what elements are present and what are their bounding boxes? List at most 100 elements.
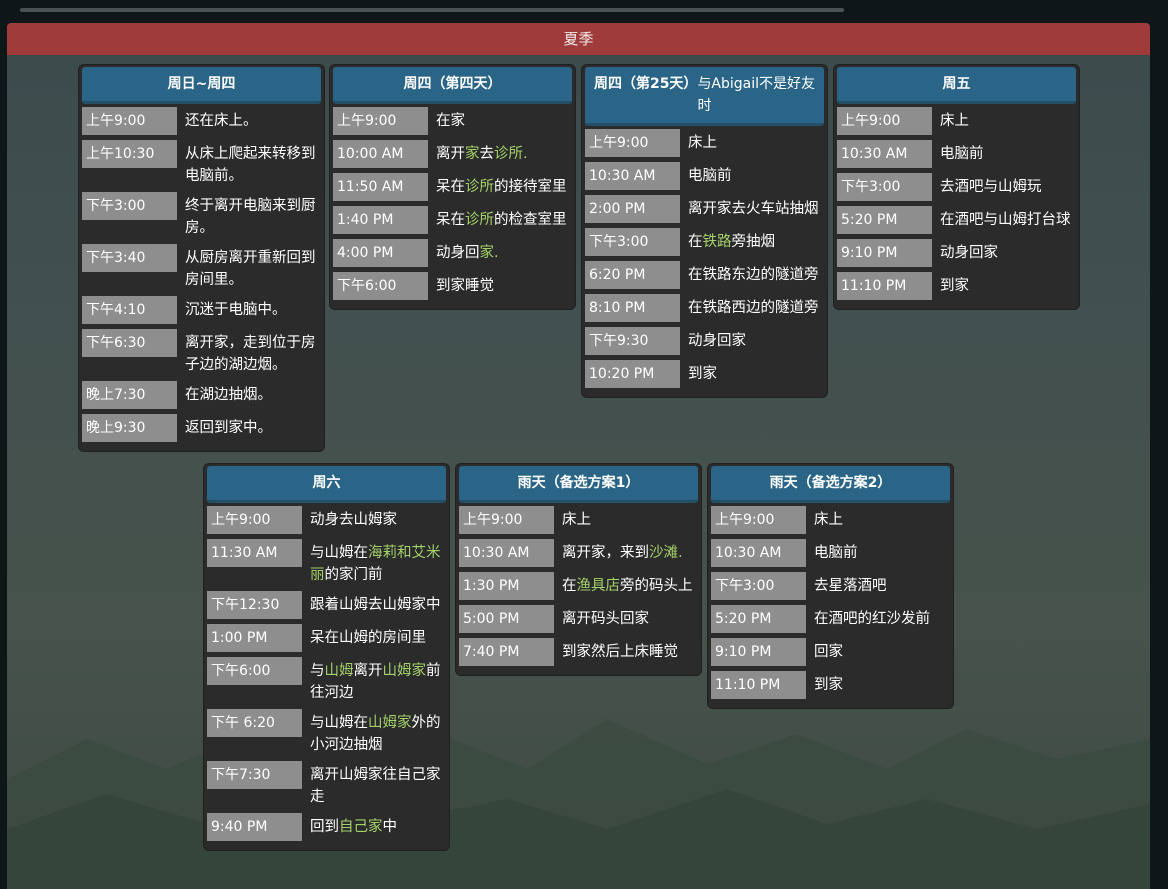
activity-description: 在酒吧的红沙发前 <box>814 605 950 630</box>
card-title-text: 雨天（备选方案2） <box>769 475 892 491</box>
activity-description: 在家 <box>436 107 572 132</box>
description-text: 从厨房离开重新回到房间里。 <box>185 250 316 288</box>
location-link[interactable]: 诊所 <box>465 179 494 195</box>
description-text: 到家 <box>688 366 717 382</box>
time-chip: 2:00 PM <box>585 195 680 223</box>
activity-description: 离开家去火车站抽烟 <box>688 195 824 220</box>
card-title-text: 周日~周四 <box>167 76 236 92</box>
schedule-row: 8:10 PM 在铁路西边的隧道旁 <box>585 294 824 322</box>
description-text: 床上 <box>688 135 717 151</box>
description-text: 与 <box>310 663 325 679</box>
time-chip: 4:00 PM <box>333 239 428 267</box>
location-link[interactable]: 渔具店 <box>577 578 621 594</box>
schedule-row: 晚上9:30 返回到家中。 <box>82 414 321 442</box>
description-text: 电脑前 <box>814 545 858 561</box>
time-chip: 9:10 PM <box>711 638 806 666</box>
card-title: 雨天（备选方案2） <box>711 466 950 503</box>
activity-description: 在铁路西边的隧道旁 <box>688 294 824 319</box>
time-chip: 下午3:00 <box>82 192 177 220</box>
card-title-text: 周六 <box>312 475 341 491</box>
activity-description: 在铁路东边的隧道旁 <box>688 261 824 286</box>
card-title-text: 周四（第四天） <box>403 76 502 92</box>
schedule-row: 11:10 PM 到家 <box>837 272 1076 300</box>
description-text: 回到 <box>310 819 339 835</box>
activity-description: 与山姆在海莉和艾米丽的家门前 <box>310 539 446 586</box>
description-text: 的家门前 <box>324 567 383 583</box>
time-chip: 下午3:00 <box>711 572 806 600</box>
description-text: 的接待室里 <box>494 179 567 195</box>
schedule-row: 11:10 PM 到家 <box>711 671 950 699</box>
schedule-row: 下午 6:20 与山姆在山姆家外的小河边抽烟 <box>207 709 446 756</box>
schedule-row: 下午6:00 与山姆离开山姆家前往河边 <box>207 657 446 704</box>
schedule-row: 11:30 AM 与山姆在海莉和艾米丽的家门前 <box>207 539 446 586</box>
season-header: 夏季 <box>7 23 1150 55</box>
description-text: 在 <box>562 578 577 594</box>
time-chip: 下午3:00 <box>585 228 680 256</box>
description-text: 旁的码头上 <box>620 578 693 594</box>
schedule-row: 晚上7:30 在湖边抽烟。 <box>82 381 321 409</box>
schedule-row: 下午7:30 离开山姆家往自己家走 <box>207 761 446 808</box>
location-link[interactable]: 诊所. <box>494 146 528 162</box>
activity-description: 回到自己家中 <box>310 813 446 838</box>
card-title: 雨天（备选方案1） <box>459 466 698 503</box>
description-text: 床上 <box>562 512 591 528</box>
description-text: 离开家去火车站抽烟 <box>688 201 819 217</box>
schedule-card-rain-1: 雨天（备选方案1） 上午9:00 床上 10:30 AM 离开家，来到沙滩. 1:30 P… <box>456 464 701 675</box>
time-chip: 下午12:30 <box>207 591 302 619</box>
location-link[interactable]: 家 <box>465 146 480 162</box>
description-text: 到家睡觉 <box>436 278 494 294</box>
description-text: 呆在 <box>436 212 465 228</box>
activity-description: 离开家去诊所. <box>436 140 572 165</box>
location-link[interactable]: 诊所 <box>465 212 494 228</box>
schedule-row: 下午9:30 动身回家 <box>585 327 824 355</box>
activity-description: 回家 <box>814 638 950 663</box>
time-chip: 上午9:00 <box>207 506 302 534</box>
activity-description: 在湖边抽烟。 <box>185 381 321 406</box>
time-chip: 5:20 PM <box>711 605 806 633</box>
description-text: 到家 <box>814 677 843 693</box>
location-link[interactable]: 自己家 <box>339 819 383 835</box>
activity-description: 床上 <box>814 506 950 531</box>
activity-description: 呆在山姆的房间里 <box>310 624 446 649</box>
activity-description: 返回到家中。 <box>185 414 321 439</box>
activity-description: 呆在诊所的接待室里 <box>436 173 572 198</box>
description-text: 离开山姆家往自己家走 <box>310 767 441 805</box>
location-link[interactable]: 山姆家 <box>383 663 427 679</box>
schedule-row: 下午3:00 去星落酒吧 <box>711 572 950 600</box>
time-chip: 1:40 PM <box>333 206 428 234</box>
location-link[interactable]: 家. <box>480 245 499 261</box>
description-text: 在湖边抽烟。 <box>185 387 272 403</box>
time-chip: 8:10 PM <box>585 294 680 322</box>
schedule-row: 上午9:00 动身去山姆家 <box>207 506 446 534</box>
schedule-row: 5:20 PM 在酒吧与山姆打台球 <box>837 206 1076 234</box>
location-link[interactable]: 铁路 <box>703 234 732 250</box>
time-chip: 上午9:00 <box>837 107 932 135</box>
location-link[interactable]: 山姆 <box>325 663 354 679</box>
time-chip: 11:10 PM <box>711 671 806 699</box>
schedule-row: 9:10 PM 动身回家 <box>837 239 1076 267</box>
description-text: 动身回 <box>436 245 480 261</box>
time-chip: 10:30 AM <box>711 539 806 567</box>
description-text: 电脑前 <box>688 168 732 184</box>
location-link[interactable]: 山姆家 <box>368 715 412 731</box>
location-link[interactable]: 沙滩. <box>649 545 683 561</box>
time-chip: 11:10 PM <box>837 272 932 300</box>
activity-description: 与山姆在山姆家外的小河边抽烟 <box>310 709 446 756</box>
schedule-row: 下午3:00 在铁路旁抽烟 <box>585 228 824 256</box>
description-text: 的检查室里 <box>494 212 567 228</box>
activity-description: 跟着山姆去山姆家中 <box>310 591 446 616</box>
schedule-row: 下午3:00 去酒吧与山姆玩 <box>837 173 1076 201</box>
top-scrollbar[interactable] <box>20 8 844 12</box>
activity-description: 在酒吧与山姆打台球 <box>940 206 1076 231</box>
schedule-row: 10:30 AM 电脑前 <box>711 539 950 567</box>
activity-description: 电脑前 <box>688 162 824 187</box>
description-text: 终于离开电脑来到厨房。 <box>185 198 316 236</box>
activity-description: 床上 <box>688 129 824 154</box>
description-text: 在铁路西边的隧道旁 <box>688 300 819 316</box>
description-text: 去星落酒吧 <box>814 578 887 594</box>
schedule-row: 4:00 PM 动身回家. <box>333 239 572 267</box>
activity-description: 动身回家. <box>436 239 572 264</box>
description-text: 还在床上。 <box>185 113 258 129</box>
schedule-row: 上午9:00 还在床上。 <box>82 107 321 135</box>
card-title-text: 周五 <box>942 76 971 92</box>
